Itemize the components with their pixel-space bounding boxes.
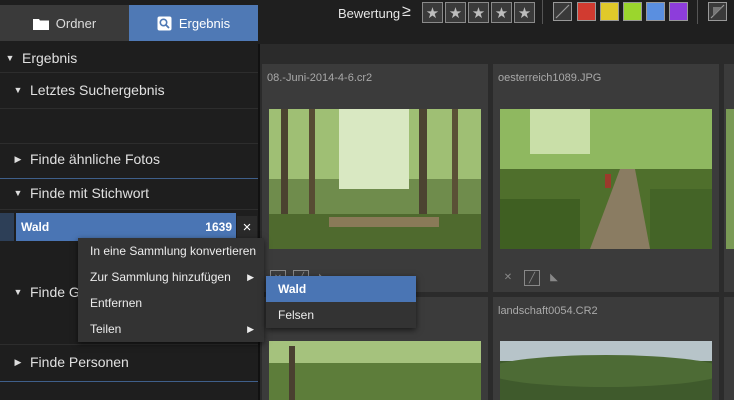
thumbnail-cell[interactable] — [724, 64, 734, 292]
submenu-item-wald[interactable]: Wald — [266, 276, 416, 302]
menu-item-label: Zur Sammlung hinzufügen — [90, 270, 231, 284]
menu-item-label: Entfernen — [90, 296, 143, 310]
menu-item-entfernen[interactable]: Entfernen — [78, 290, 264, 316]
expand-icon: ▼ — [5, 53, 15, 63]
collapse-icon: ▶ — [14, 356, 22, 367]
color-blue-swatch[interactable] — [646, 2, 665, 21]
color-purple-swatch[interactable] — [669, 2, 688, 21]
thumbnail-cell[interactable]: oesterreich1089.JPG ✕ ╱ ◣ — [493, 64, 719, 292]
divider — [0, 178, 258, 179]
divider — [0, 143, 258, 144]
thumbnail-cell[interactable] — [724, 297, 734, 400]
menu-item-konvertieren[interactable]: In eine Sammlung konvertieren — [78, 238, 264, 264]
color-none-swatch[interactable] — [553, 2, 572, 21]
expand-icon: ▼ — [13, 188, 23, 198]
collapse-icon: ▶ — [14, 153, 22, 164]
rating-label: Bewertung — [338, 6, 401, 21]
expand-icon: ▼ — [13, 287, 23, 297]
star-2[interactable]: ★ — [445, 2, 466, 23]
selection-marker — [0, 213, 14, 241]
keyword-label: Wald — [21, 220, 50, 234]
submenu-item-label: Felsen — [278, 308, 315, 322]
reject-icon[interactable]: ✕ — [501, 270, 515, 284]
tree-label: Finde mit Stichwort — [30, 185, 150, 201]
tree-label: Letztes Suchergebnis — [30, 82, 165, 98]
keyword-item-wald[interactable]: Wald 1639 — [16, 213, 236, 241]
menu-item-teilen[interactable]: Teilen ▶ — [78, 316, 264, 342]
star-5[interactable]: ★ — [514, 2, 535, 23]
keyword-count: 1639 — [205, 220, 232, 234]
context-menu: In eine Sammlung konvertieren Zur Sammlu… — [78, 238, 264, 342]
rating-comparator[interactable]: ≥ — [402, 3, 411, 21]
menu-item-label: Teilen — [90, 322, 122, 336]
tree-label: Ergebnis — [22, 50, 78, 66]
tree-label: Finde ähnliche Fotos — [30, 151, 160, 167]
flag-filter-icon[interactable] — [708, 2, 727, 21]
divider — [0, 381, 258, 382]
flag-icon[interactable]: ◣ — [547, 270, 561, 284]
toolbar-divider — [697, 0, 698, 24]
photo-thumbnail[interactable] — [500, 109, 712, 249]
tree-item-finde-aehnliche-fotos[interactable]: ▶ Finde ähnliche Fotos — [0, 149, 268, 169]
photo-thumbnail[interactable] — [500, 341, 712, 400]
folder-icon — [32, 18, 49, 30]
thumbnail-cell[interactable]: landschaft0054.CR2 — [493, 297, 719, 400]
search-icon — [157, 16, 172, 30]
divider — [0, 72, 258, 73]
color-yellow-swatch[interactable] — [600, 2, 619, 21]
color-green-swatch[interactable] — [623, 2, 642, 21]
divider — [0, 209, 258, 210]
tree-item-ergebnis[interactable]: ▼ Ergebnis — [0, 48, 260, 68]
photo-thumbnail[interactable] — [726, 109, 734, 249]
divider — [0, 108, 258, 109]
photo-thumbnail[interactable] — [269, 109, 481, 249]
file-name: landschaft0054.CR2 — [498, 305, 598, 317]
file-name: oesterreich1089.JPG — [498, 72, 602, 84]
panel-tabs: Ordner Ergebnis — [0, 5, 258, 41]
menu-item-label: In eine Sammlung konvertieren — [90, 244, 257, 258]
submenu-arrow-icon: ▶ — [247, 271, 254, 282]
panel-splitter[interactable] — [258, 44, 260, 400]
tab-ordner[interactable]: Ordner — [0, 5, 129, 41]
toolbar-divider — [542, 0, 543, 24]
submenu-item-felsen[interactable]: Felsen — [266, 302, 416, 328]
tree-item-letztes-suchergebnis[interactable]: ▼ Letztes Suchergebnis — [0, 80, 268, 100]
color-label-icon[interactable]: ╱ — [524, 270, 540, 286]
submenu-arrow-icon: ▶ — [247, 323, 254, 334]
submenu-collections: Wald Felsen — [266, 276, 416, 328]
tree-item-finde-mit-stichwort[interactable]: ▼ Finde mit Stichwort — [0, 183, 268, 203]
divider — [0, 344, 258, 345]
tab-ergebnis[interactable]: Ergebnis — [129, 5, 258, 41]
star-1[interactable]: ★ — [422, 2, 443, 23]
file-name: 08.-Juni-2014-4-6.cr2 — [267, 72, 373, 84]
submenu-item-label: Wald — [278, 282, 307, 296]
color-red-swatch[interactable] — [577, 2, 596, 21]
tab-ordner-label: Ordner — [55, 15, 97, 31]
star-3[interactable]: ★ — [468, 2, 489, 23]
thumbnail-cell[interactable]: 08.-Juni-2014-4-6.cr2 ✕ ╱ ◣ — [262, 64, 488, 292]
close-icon[interactable]: × — [237, 216, 257, 238]
tab-ergebnis-label: Ergebnis — [178, 15, 231, 31]
tree-label: Finde Personen — [30, 354, 129, 370]
star-4[interactable]: ★ — [491, 2, 512, 23]
expand-icon: ▼ — [13, 85, 23, 95]
tree-item-finde-personen[interactable]: ▶ Finde Personen — [0, 352, 268, 372]
menu-item-zur-sammlung-hinzufuegen[interactable]: Zur Sammlung hinzufügen ▶ — [78, 264, 264, 290]
photo-thumbnail[interactable] — [269, 341, 481, 400]
